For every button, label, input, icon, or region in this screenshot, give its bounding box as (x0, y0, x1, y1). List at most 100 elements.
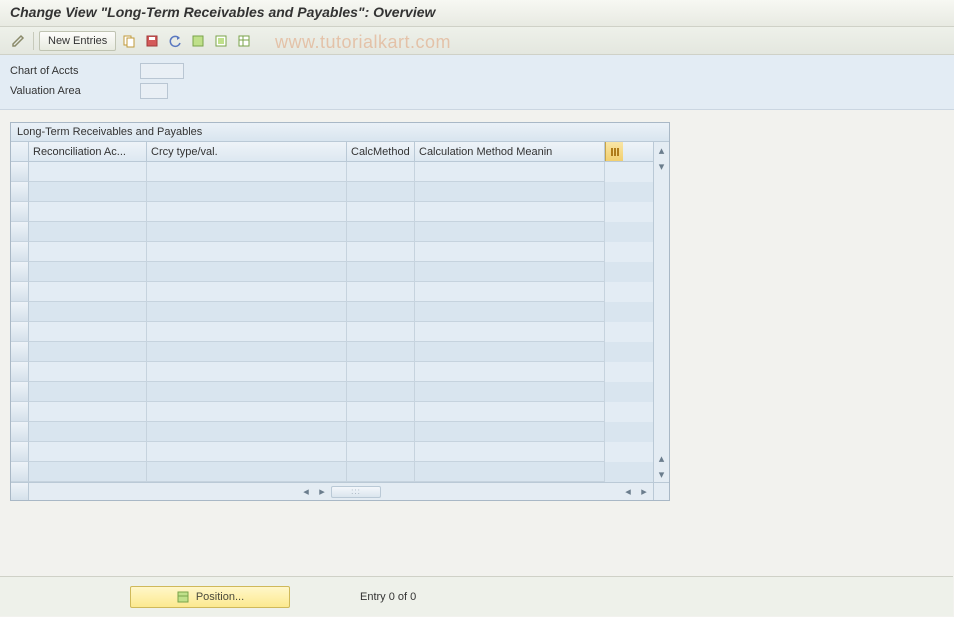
table-row[interactable] (11, 282, 653, 302)
row-selector[interactable] (11, 202, 29, 222)
vertical-scrollbar[interactable]: ▴ ▾ ▴ ▾ (653, 142, 669, 482)
row-selector[interactable] (11, 162, 29, 182)
cell-calcmethod[interactable] (347, 382, 415, 402)
table-row[interactable] (11, 422, 653, 442)
cell-calcmethod[interactable] (347, 462, 415, 482)
new-entries-button[interactable]: New Entries (39, 31, 116, 51)
table-settings-icon[interactable] (234, 31, 254, 51)
cell-meaning[interactable] (415, 222, 605, 242)
cell-crcy[interactable] (147, 442, 347, 462)
cell-calcmethod[interactable] (347, 442, 415, 462)
cell-calcmethod[interactable] (347, 282, 415, 302)
table-row[interactable] (11, 382, 653, 402)
cell-calcmethod[interactable] (347, 182, 415, 202)
row-selector[interactable] (11, 262, 29, 282)
table-row[interactable] (11, 322, 653, 342)
cell-reconciliation[interactable] (29, 282, 147, 302)
cell-reconciliation[interactable] (29, 442, 147, 462)
cell-calcmethod[interactable] (347, 222, 415, 242)
cell-crcy[interactable] (147, 262, 347, 282)
cell-reconciliation[interactable] (29, 422, 147, 442)
row-selector[interactable] (11, 222, 29, 242)
cell-reconciliation[interactable] (29, 202, 147, 222)
cell-reconciliation[interactable] (29, 182, 147, 202)
cell-crcy[interactable] (147, 382, 347, 402)
cell-meaning[interactable] (415, 342, 605, 362)
scroll-left-icon[interactable]: ◂ (299, 485, 313, 499)
select-all-icon[interactable] (188, 31, 208, 51)
cell-reconciliation[interactable] (29, 402, 147, 422)
row-selector[interactable] (11, 422, 29, 442)
scroll-down2-icon[interactable]: ▾ (654, 466, 669, 482)
cell-crcy[interactable] (147, 182, 347, 202)
scroll-right-icon[interactable]: ▸ (315, 485, 329, 499)
row-selector[interactable] (11, 242, 29, 262)
chart-of-accts-input[interactable] (140, 63, 184, 79)
table-row[interactable] (11, 202, 653, 222)
horizontal-scrollbar[interactable]: ◂ ▸ ::: ◂ ▸ (11, 482, 669, 500)
cell-reconciliation[interactable] (29, 342, 147, 362)
select-all-column[interactable] (11, 142, 29, 161)
cell-crcy[interactable] (147, 222, 347, 242)
cell-reconciliation[interactable] (29, 242, 147, 262)
cell-meaning[interactable] (415, 382, 605, 402)
cell-crcy[interactable] (147, 302, 347, 322)
cell-reconciliation[interactable] (29, 262, 147, 282)
scroll-up-icon[interactable]: ▴ (654, 142, 669, 158)
cell-crcy[interactable] (147, 322, 347, 342)
cell-meaning[interactable] (415, 182, 605, 202)
cell-crcy[interactable] (147, 362, 347, 382)
cell-meaning[interactable] (415, 162, 605, 182)
edit-icon[interactable] (8, 31, 28, 51)
cell-calcmethod[interactable] (347, 402, 415, 422)
row-selector[interactable] (11, 302, 29, 322)
col-crcy[interactable]: Crcy type/val. (147, 142, 347, 161)
cell-crcy[interactable] (147, 202, 347, 222)
valuation-area-input[interactable] (140, 83, 168, 99)
col-reconciliation[interactable]: Reconciliation Ac... (29, 142, 147, 161)
cell-reconciliation[interactable] (29, 162, 147, 182)
cell-calcmethod[interactable] (347, 242, 415, 262)
cell-reconciliation[interactable] (29, 222, 147, 242)
cell-meaning[interactable] (415, 362, 605, 382)
cell-crcy[interactable] (147, 342, 347, 362)
row-selector[interactable] (11, 382, 29, 402)
cell-meaning[interactable] (415, 262, 605, 282)
cell-calcmethod[interactable] (347, 342, 415, 362)
copy-icon[interactable] (119, 31, 139, 51)
cell-meaning[interactable] (415, 202, 605, 222)
cell-crcy[interactable] (147, 162, 347, 182)
cell-reconciliation[interactable] (29, 322, 147, 342)
cell-calcmethod[interactable] (347, 302, 415, 322)
table-row[interactable] (11, 262, 653, 282)
cell-meaning[interactable] (415, 242, 605, 262)
deselect-all-icon[interactable] (211, 31, 231, 51)
row-selector[interactable] (11, 442, 29, 462)
scroll-left2-icon[interactable]: ◂ (621, 485, 635, 499)
scroll-right2-icon[interactable]: ▸ (637, 485, 651, 499)
row-selector[interactable] (11, 362, 29, 382)
col-meaning[interactable]: Calculation Method Meanin (415, 142, 605, 161)
table-row[interactable] (11, 442, 653, 462)
row-selector[interactable] (11, 322, 29, 342)
cell-reconciliation[interactable] (29, 462, 147, 482)
cell-calcmethod[interactable] (347, 162, 415, 182)
undo-icon[interactable] (165, 31, 185, 51)
cell-crcy[interactable] (147, 242, 347, 262)
row-selector[interactable] (11, 282, 29, 302)
cell-meaning[interactable] (415, 402, 605, 422)
scroll-thumb[interactable]: ::: (331, 486, 381, 498)
cell-meaning[interactable] (415, 302, 605, 322)
cell-reconciliation[interactable] (29, 382, 147, 402)
cell-crcy[interactable] (147, 282, 347, 302)
scroll-up2-icon[interactable]: ▴ (654, 450, 669, 466)
table-row[interactable] (11, 222, 653, 242)
table-row[interactable] (11, 342, 653, 362)
cell-meaning[interactable] (415, 442, 605, 462)
table-row[interactable] (11, 362, 653, 382)
table-row[interactable] (11, 162, 653, 182)
table-row[interactable] (11, 182, 653, 202)
row-selector[interactable] (11, 342, 29, 362)
table-row[interactable] (11, 402, 653, 422)
cell-reconciliation[interactable] (29, 362, 147, 382)
